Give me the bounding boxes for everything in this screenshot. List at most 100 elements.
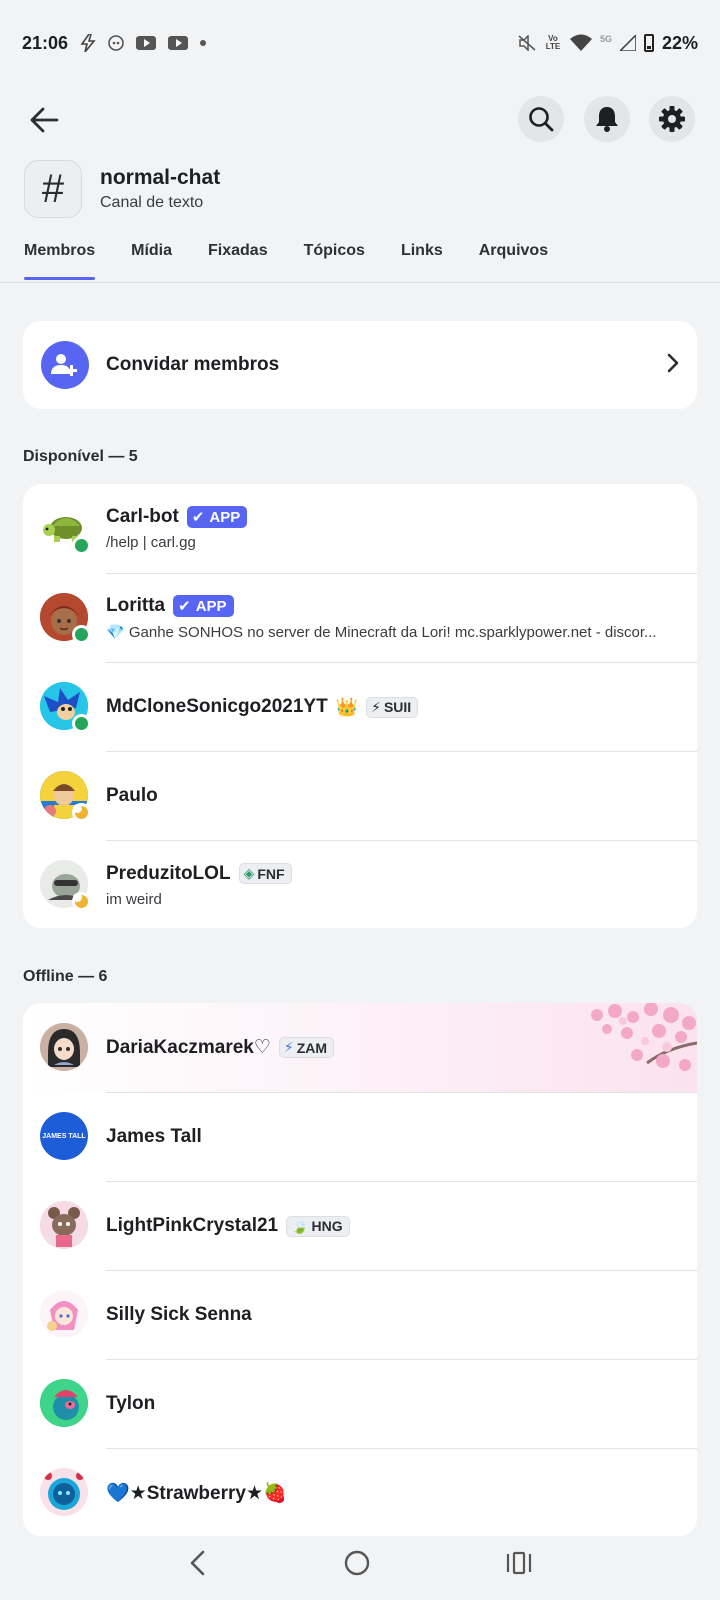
member-row[interactable]: Silly Sick Senna — [23, 1270, 697, 1359]
tab-bar: Membros Mídia Fixadas Tópicos Links Arqu… — [24, 236, 584, 282]
online-members-list: Carl-bot ✔ APP /help | carl.gg Loritta ✔ A… — [23, 484, 697, 928]
app-badge: ✔ APP — [186, 506, 248, 528]
nav-home-button[interactable] — [343, 1549, 371, 1582]
youtube-icon — [136, 36, 157, 50]
arrow-left-icon — [30, 107, 59, 133]
online-status-icon — [72, 536, 91, 555]
diamond-icon: ◈ — [243, 865, 255, 881]
home-circle-icon — [344, 1550, 370, 1575]
tab-arquivos[interactable]: Arquivos — [479, 236, 548, 282]
member-name: PreduzitoLOL — [106, 862, 231, 884]
app-badge: ✔ APP — [173, 595, 234, 617]
online-status-icon — [72, 714, 91, 733]
member-row[interactable]: JAMES TALL James Tall — [23, 1092, 697, 1181]
member-row[interactable]: Loritta ✔ APP 💎 Ganhe SONHOS no server de… — [23, 573, 697, 662]
member-name: Carl-bot — [106, 506, 179, 527]
search-icon — [529, 107, 554, 132]
channel-name: normal-chat — [100, 166, 221, 189]
tab-topicos[interactable]: Tópicos — [304, 236, 365, 282]
channel-type: Canal de texto — [100, 194, 204, 211]
server-tag: ⚡ ZAM — [278, 1037, 335, 1058]
server-tag: 🍃 HNG — [286, 1215, 350, 1237]
back-button[interactable] — [24, 100, 64, 140]
member-name: James Tall — [106, 1126, 202, 1147]
member-row[interactable]: Paulo — [23, 751, 697, 840]
online-section-header: Disponível — 5 — [23, 448, 138, 465]
member-name: DariaKaczmarek♡ — [106, 1037, 271, 1058]
battery-icon — [643, 34, 654, 52]
leaf-icon: 🍃 — [291, 1217, 309, 1234]
lightning-icon: ⚡ — [283, 1039, 294, 1055]
member-name: MdCloneSonicgo2021YT — [106, 696, 328, 717]
status-time: 21:06 — [22, 32, 69, 53]
member-name: Tylon — [106, 1393, 156, 1414]
add-user-icon — [41, 341, 89, 389]
5g-icon: 5G — [599, 34, 612, 44]
member-row[interactable]: Carl-bot ✔ APP /help | carl.gg — [23, 484, 697, 573]
search-button[interactable] — [518, 96, 564, 142]
avatar — [40, 1468, 88, 1516]
status-bar: 21:06 Vo LTE 5G 22% — [0, 0, 720, 86]
member-row[interactable]: DariaKaczmarek♡ ⚡ ZAM — [23, 1003, 697, 1092]
lightning-icon: ⚡ — [371, 698, 381, 715]
wifi-icon — [569, 34, 592, 52]
member-name: Paulo — [106, 785, 158, 806]
discord-notif-icon — [108, 35, 124, 51]
tab-membros[interactable]: Membros — [24, 236, 96, 282]
avatar — [40, 682, 91, 733]
member-name: Silly Sick Senna — [106, 1304, 252, 1325]
avatar — [40, 504, 91, 555]
idle-status-icon — [72, 892, 91, 911]
bell-icon — [596, 107, 618, 132]
tab-fixadas[interactable]: Fixadas — [208, 236, 268, 282]
volte-icon: Vo LTE — [545, 34, 561, 51]
member-row[interactable]: Tylon — [23, 1359, 697, 1448]
gear-icon — [659, 106, 685, 132]
check-icon: ✔ — [178, 598, 191, 615]
youtube-icon — [168, 36, 189, 50]
member-name: LightPinkCrystal21 — [106, 1215, 279, 1236]
crown-icon: 👑 — [335, 696, 359, 717]
member-row[interactable]: LightPinkCrystal21 🍃 HNG — [23, 1181, 697, 1270]
member-name: Loritta — [106, 595, 166, 616]
offline-members-list: DariaKaczmarek♡ ⚡ ZAM JAMES TALL James Ta… — [23, 1003, 697, 1536]
avatar — [40, 1379, 88, 1427]
offline-section-header: Offline — 6 — [23, 968, 108, 985]
signal-icon — [619, 35, 636, 51]
nav-back-button[interactable] — [188, 1550, 208, 1581]
server-tag: ⚡ SUII — [366, 696, 419, 718]
avatar — [40, 1290, 88, 1338]
system-nav-bar — [0, 1530, 720, 1600]
member-row[interactable]: MdCloneSonicgo2021YT 👑 ⚡ SUII — [23, 662, 697, 751]
tabs-divider — [0, 282, 720, 283]
hashtag-icon: # — [24, 160, 82, 218]
server-tag: ◈ FNF — [238, 863, 292, 884]
battery-percent: 22% — [661, 32, 698, 53]
invite-members-button[interactable]: Convidar membros — [23, 321, 697, 409]
charging-bolt-icon — [80, 34, 96, 52]
mute-icon — [518, 35, 536, 51]
recents-icon — [507, 1551, 532, 1574]
idle-status-icon — [72, 803, 91, 822]
invite-members-label: Convidar membros — [106, 354, 280, 375]
avatar — [40, 860, 91, 911]
channel-header: # normal-chat Canal de texto — [24, 160, 220, 218]
top-bar — [0, 94, 720, 144]
member-status: /help | carl.gg — [106, 534, 196, 551]
member-row[interactable]: PreduzitoLOL ◈ FNF im weird — [23, 840, 697, 928]
nav-recents-button[interactable] — [506, 1551, 532, 1580]
avatar — [40, 593, 91, 644]
online-status-icon — [72, 625, 91, 644]
tab-links[interactable]: Links — [401, 236, 443, 282]
member-status: im weird — [106, 890, 162, 908]
tab-midia[interactable]: Mídia — [131, 236, 172, 282]
settings-button[interactable] — [649, 96, 695, 142]
avatar — [40, 771, 91, 822]
dot-icon — [200, 40, 207, 46]
notifications-button[interactable] — [584, 96, 630, 142]
member-name: 💙★Strawberry★🍓 — [106, 1483, 287, 1504]
avatar: JAMES TALL — [40, 1112, 88, 1160]
member-row[interactable]: 💙★Strawberry★🍓 — [23, 1448, 697, 1536]
check-icon: ✔ — [191, 509, 205, 526]
avatar — [40, 1023, 88, 1071]
